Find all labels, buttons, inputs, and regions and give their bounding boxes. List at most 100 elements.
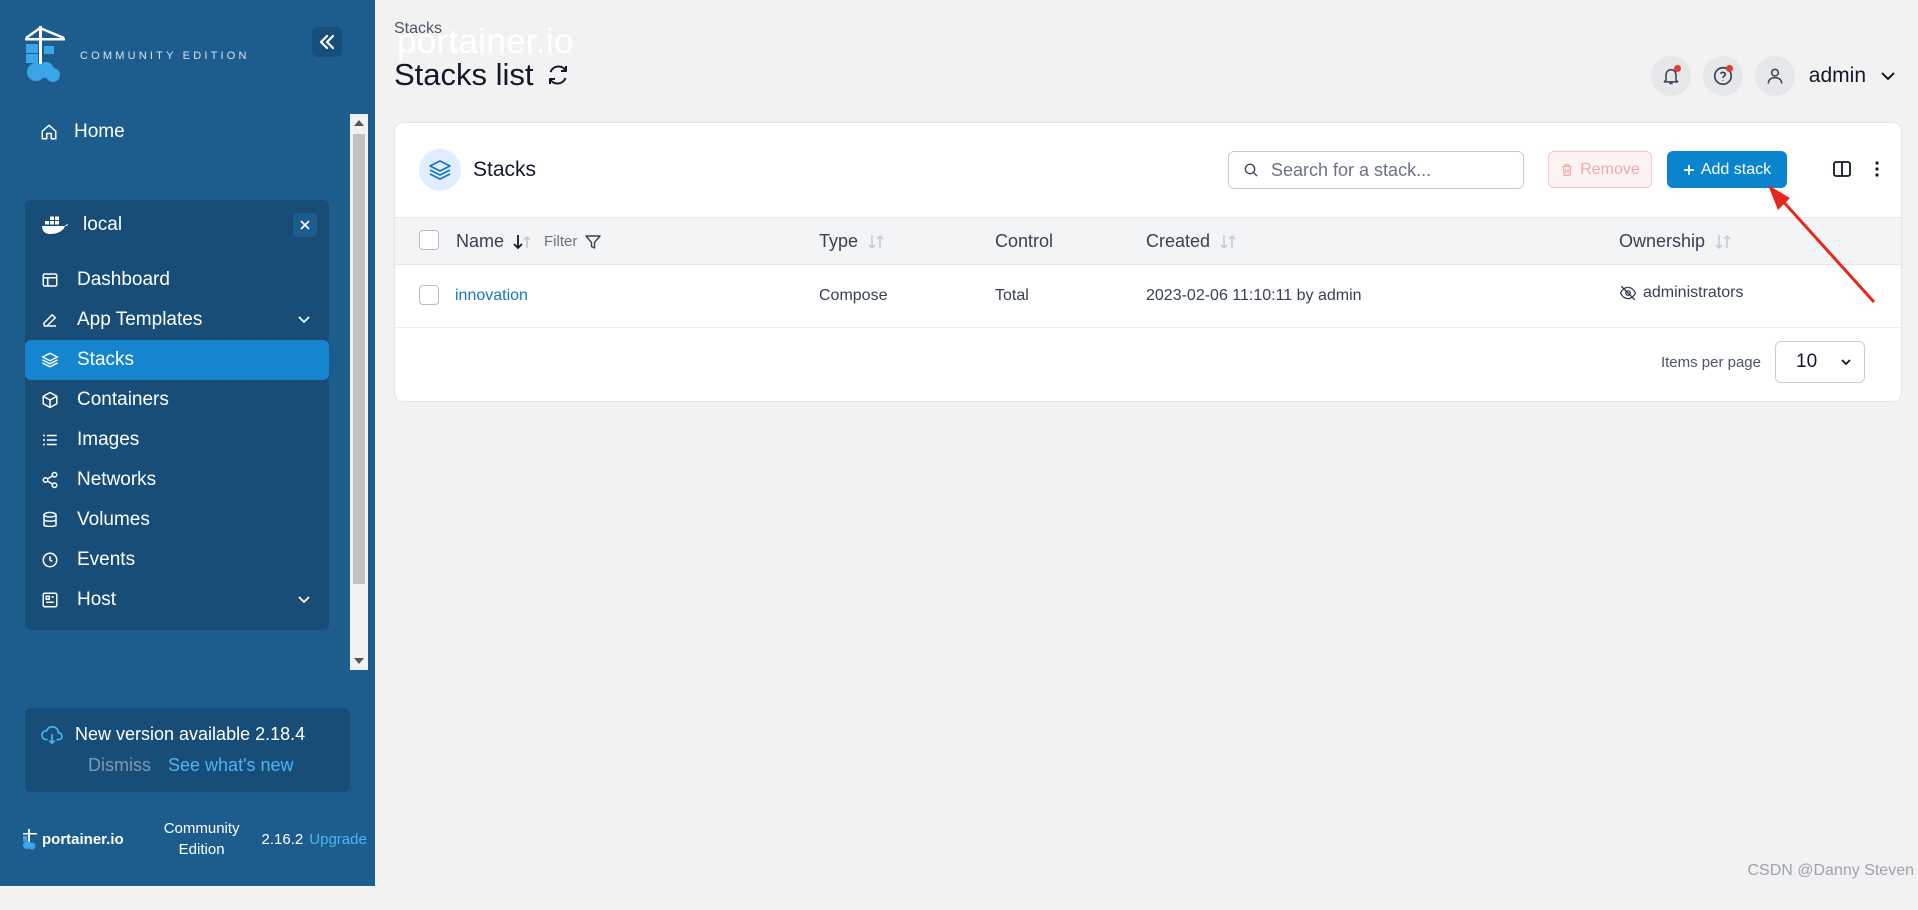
update-text: New version available 2.18.4 [75, 724, 306, 744]
filter-icon[interactable] [585, 234, 602, 250]
sidebar-item-label: Images [77, 429, 140, 450]
stacks-card: Stacks Remove Add stack [394, 122, 1902, 402]
server-icon [42, 592, 58, 608]
sidebar-item-label: Events [77, 549, 136, 570]
chevrons-left-icon [319, 34, 335, 50]
collapse-sidebar-button[interactable] [312, 27, 342, 57]
docker-icon [42, 216, 68, 234]
footer-edition: Community Edition [164, 818, 240, 860]
environment-name: local [83, 214, 123, 235]
sidebar-item-dashboard[interactable]: Dashboard [25, 260, 329, 300]
more-vertical-icon[interactable] [1867, 159, 1887, 179]
user-icon [1767, 68, 1783, 84]
remove-label: Remove [1580, 160, 1640, 178]
user-menu[interactable]: admin [1754, 56, 1896, 96]
main-content: Stacks Stacks list admin Stacks Search f… [375, 0, 1918, 886]
sidebar-item-home[interactable]: Home [40, 121, 125, 143]
card-header: Stacks Remove Add stack [395, 123, 1901, 217]
edition-line-1: Community [163, 820, 240, 837]
add-stack-label: Add stack [1700, 160, 1772, 178]
footer-logo[interactable]: portainer.io [22, 828, 124, 850]
column-header-type[interactable]: Type [819, 231, 886, 252]
stack-name-link[interactable]: innovation [455, 287, 528, 305]
sidebar-item-label: Home [74, 121, 125, 142]
layers-icon-badge [419, 149, 461, 191]
share-icon [42, 471, 58, 489]
notifications-button[interactable] [1650, 56, 1691, 96]
items-per-page-select[interactable]: 10 [1775, 341, 1865, 383]
card-title-text: Stacks [473, 158, 537, 181]
filter-label[interactable]: Filter [544, 233, 577, 250]
dismiss-link[interactable]: Dismiss [88, 755, 151, 775]
list-icon [43, 434, 57, 446]
environment-panel: local Dashboard App Templates Stacks Con… [25, 200, 329, 630]
portainer-crane-icon [25, 26, 65, 82]
row-checkbox[interactable] [419, 285, 439, 305]
column-ownership-label: Ownership [1619, 231, 1706, 251]
table-header: Name Filter Type Control Created Ownersh… [395, 217, 1901, 265]
sidebar-item-volumes[interactable]: Volumes [25, 500, 329, 540]
sidebar-scrollbar[interactable] [350, 114, 368, 670]
search-box[interactable] [1228, 151, 1524, 189]
close-environment-button[interactable] [293, 213, 317, 237]
update-notice: New version available 2.18.4 Dismiss See… [25, 708, 350, 792]
portainer-logo[interactable]: portainer.io COMMUNITY EDITION [22, 24, 573, 84]
search-input[interactable] [1271, 159, 1501, 181]
select-all-checkbox[interactable] [419, 230, 439, 250]
see-whats-new-link[interactable]: See what's new [168, 755, 294, 775]
refresh-icon[interactable] [546, 63, 570, 87]
scroll-down-arrow-icon[interactable] [354, 658, 364, 664]
upgrade-link[interactable]: Upgrade [309, 831, 367, 848]
sidebar-item-label: Containers [77, 389, 169, 410]
home-icon [41, 124, 57, 140]
scroll-up-arrow-icon[interactable] [354, 120, 364, 126]
sidebar-item-containers[interactable]: Containers [25, 380, 329, 420]
sidebar-item-stacks[interactable]: Stacks [25, 340, 329, 380]
remove-button[interactable]: Remove [1548, 151, 1652, 188]
sidebar-item-networks[interactable]: Networks [25, 460, 329, 500]
brand-edition: COMMUNITY EDITION [80, 49, 250, 62]
sidebar-item-images[interactable]: Images [25, 420, 329, 460]
columns-icon[interactable] [1832, 159, 1852, 179]
column-header-ownership[interactable]: Ownership [1619, 231, 1733, 252]
clock-icon [42, 552, 58, 568]
table-row[interactable]: innovation Compose Total 2023-02-06 11:1… [395, 265, 1901, 328]
stack-control: Total [995, 287, 1029, 304]
sidebar-item-label: Networks [77, 469, 157, 490]
sidebar-item-label: Stacks [77, 349, 135, 370]
environment-header[interactable]: local [25, 200, 329, 250]
scrollbar-thumb[interactable] [353, 134, 365, 584]
stack-ownership: administrators [1619, 284, 1743, 302]
column-header-created[interactable]: Created [1146, 231, 1238, 252]
chevron-down-icon [1841, 359, 1851, 366]
annotation-arrow [1768, 185, 1876, 304]
sidebar: portainer.io COMMUNITY EDITION Home loca… [0, 0, 573, 886]
sidebar-item-host[interactable]: Host [25, 580, 329, 620]
chevron-down-icon [298, 316, 310, 324]
column-name-label: Name [456, 231, 505, 251]
sort-desc-icon [513, 234, 531, 249]
pagination: Items per page 10 [1661, 341, 1865, 383]
help-button[interactable] [1702, 56, 1743, 96]
sidebar-item-label: App Templates [77, 309, 203, 330]
column-created-label: Created [1146, 231, 1211, 251]
sort-icon [1220, 234, 1236, 249]
stack-created: 2023-02-06 11:10:11 by admin [1146, 287, 1362, 304]
sidebar-item-app-templates[interactable]: App Templates [25, 300, 329, 340]
layers-icon [429, 160, 451, 180]
sidebar-item-events[interactable]: Events [25, 540, 329, 580]
column-header-name[interactable]: Name Filter [456, 231, 602, 252]
watermark: CSDN @Danny Steven [1747, 862, 1914, 879]
cube-icon [42, 391, 58, 409]
close-icon [300, 220, 310, 230]
sort-icon [868, 234, 884, 249]
column-header-control: Control [995, 231, 1053, 252]
sort-icon [1715, 234, 1731, 249]
header-actions: admin [1650, 56, 1896, 96]
page-title: Stacks list [394, 57, 534, 92]
breadcrumb[interactable]: Stacks [394, 20, 442, 38]
version-label: 2.16.2 [261, 830, 304, 848]
footer-brand: portainer.io [42, 830, 124, 848]
sidebar-item-label: Volumes [77, 509, 150, 530]
username: admin [1808, 64, 1866, 87]
